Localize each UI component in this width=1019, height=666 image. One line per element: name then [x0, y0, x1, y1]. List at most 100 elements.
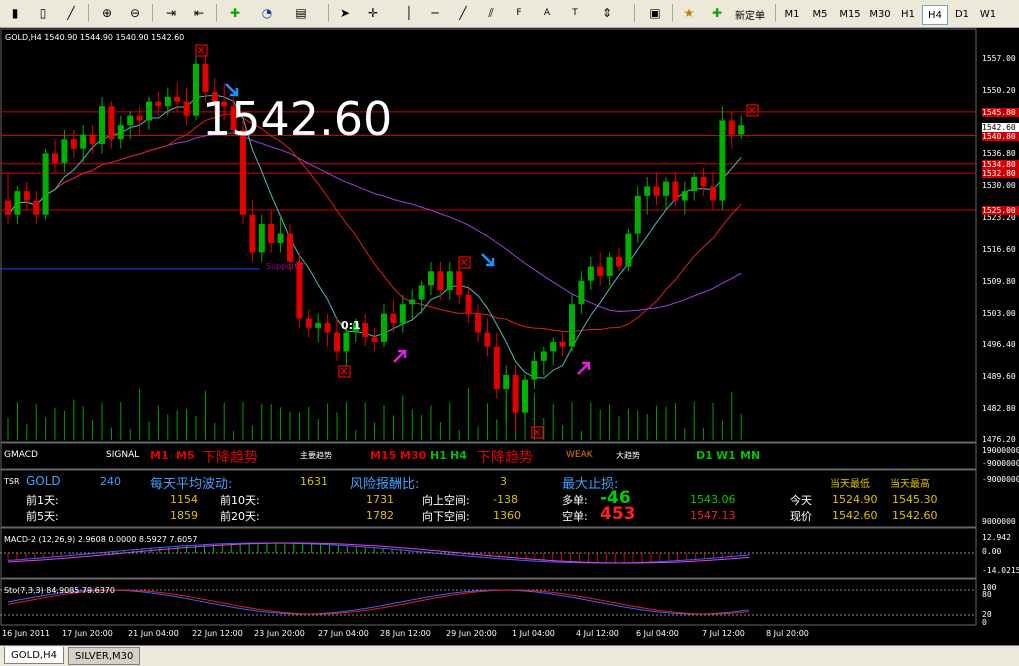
- long-label: 多单:: [562, 494, 588, 507]
- candle-body: [550, 341, 557, 352]
- prev20-value: 1782: [366, 509, 394, 522]
- price-axis-tick: 1482.80: [982, 403, 1016, 413]
- signal-m1: M1: [150, 449, 169, 462]
- candle-body: [155, 101, 162, 107]
- main-trend-label: 主要趋势: [300, 451, 332, 460]
- candle-body: [484, 332, 491, 347]
- candle-body: [324, 323, 331, 333]
- daily-avg-value: 1631: [300, 475, 328, 488]
- candle-body: [456, 271, 463, 295]
- signal-m5: M5: [176, 449, 195, 462]
- signal-marker-x: [460, 258, 468, 266]
- candle-body: [183, 101, 190, 116]
- down-space-value: 1360: [493, 509, 521, 522]
- chart-canvas: [0, 28, 977, 626]
- daily-avg-label: 每天平均波动:: [150, 477, 233, 492]
- candle-body: [644, 186, 651, 196]
- candle-body: [146, 101, 152, 121]
- tsr-scale-bottom: 9000000: [982, 517, 1016, 526]
- candle-body: [70, 139, 77, 149]
- candle-body: [108, 106, 115, 140]
- prev1-value: 1154: [170, 493, 198, 506]
- big-price: 1542.60: [202, 92, 393, 146]
- time-axis-tick: 17 Jun 20:00: [62, 629, 113, 638]
- candle-body: [522, 379, 528, 413]
- macd-tick: 12.942: [982, 533, 1011, 542]
- candle-body: [540, 351, 547, 361]
- time-axis-tick: 22 Jun 12:00: [192, 629, 243, 638]
- price-axis-tick: 1476.20: [982, 435, 1016, 444]
- time-axis-tick: 23 Jun 20:00: [254, 629, 305, 638]
- candle-body: [305, 318, 312, 328]
- macd-signal-line: [7, 542, 750, 564]
- candle-body: [249, 214, 256, 253]
- macd-tick: -14.0215: [982, 566, 1019, 575]
- current-label: 现价: [790, 510, 812, 523]
- short-price: 1547.13: [690, 509, 736, 522]
- candle-body: [700, 176, 707, 187]
- candle-body: [164, 96, 171, 107]
- candle-body: [691, 176, 698, 192]
- tab-silver-m30[interactable]: SILVER,M30: [68, 647, 141, 665]
- candle-body: [99, 106, 105, 144]
- today-low: 1524.90: [832, 493, 878, 506]
- signal-m30: M30: [400, 449, 427, 462]
- candle-body: [315, 323, 322, 328]
- tsr-label: TSR: [4, 477, 20, 486]
- trend-right: 下降趋势: [477, 450, 533, 466]
- candle-body: [193, 63, 199, 116]
- time-axis-tick: 8 Jul 20:00: [766, 629, 809, 638]
- candle-body: [606, 257, 613, 276]
- signal-w1: W1: [716, 449, 736, 462]
- candle-body: [399, 304, 406, 324]
- candle-body: [23, 191, 30, 201]
- candle-body: [127, 115, 134, 126]
- ma-slow-line: [7, 132, 742, 312]
- candle-body: [381, 313, 387, 342]
- candle-body: [672, 181, 679, 201]
- candle-body: [578, 280, 585, 305]
- today-low-label: 当天最低: [830, 479, 870, 490]
- candle-body: [428, 271, 434, 286]
- today-high-label: 当天最高: [890, 479, 930, 490]
- prev5-label: 前5天:: [26, 510, 59, 523]
- candle-body: [493, 346, 500, 390]
- candle-body: [343, 332, 350, 352]
- candle-body: [5, 200, 11, 215]
- candle-body: [42, 153, 49, 215]
- time-axis-tick: 21 Jun 04:00: [128, 629, 179, 638]
- up-arrow-icon: [577, 361, 591, 375]
- long-price: 1543.06: [690, 493, 736, 506]
- prev5-value: 1859: [170, 509, 198, 522]
- price-axis-tick: 1489.60: [982, 371, 1016, 381]
- candle-body: [710, 186, 716, 201]
- ma-mid-line: [7, 113, 742, 332]
- candle-body: [277, 233, 284, 243]
- current-price-tag: 1542.60: [982, 123, 1019, 133]
- candle-body: [681, 191, 688, 201]
- candle-body: [89, 134, 96, 144]
- price-axis-tick: 1530.00: [982, 181, 1016, 191]
- candle-body: [728, 120, 735, 135]
- price-axis-tick: 1550.20: [982, 86, 1016, 96]
- time-axis-tick: 28 Jun 12:00: [380, 629, 431, 638]
- sto-tick: 80: [982, 590, 992, 599]
- gmacd-scale-top: 19000000: [982, 446, 1019, 455]
- sto-panel-border: [0, 578, 977, 626]
- time-axis-tick: 4 Jul 12:00: [576, 629, 619, 638]
- candle-body: [334, 332, 340, 352]
- gmacd-scale-bottom: -9000000: [982, 459, 1019, 468]
- tsr-scale-top: -9000000: [982, 475, 1019, 484]
- price-axis-tick: 1503.00: [982, 308, 1016, 318]
- signal-label: SIGNAL: [106, 450, 140, 460]
- time-axis-tick: 6 Jul 04:00: [636, 629, 679, 638]
- candle-body: [437, 271, 444, 291]
- price-level-tag: 1545.80: [982, 107, 1019, 117]
- gmacd-name: GMACD: [4, 450, 38, 460]
- signal-d1: D1: [696, 449, 713, 462]
- time-axis-tick: 7 Jul 12:00: [702, 629, 745, 638]
- tab-gold-h4[interactable]: GOLD,H4: [4, 647, 64, 664]
- macd-tick: 0.00: [982, 547, 1002, 556]
- candle-body: [174, 96, 181, 102]
- signal-marker-x: [197, 46, 205, 54]
